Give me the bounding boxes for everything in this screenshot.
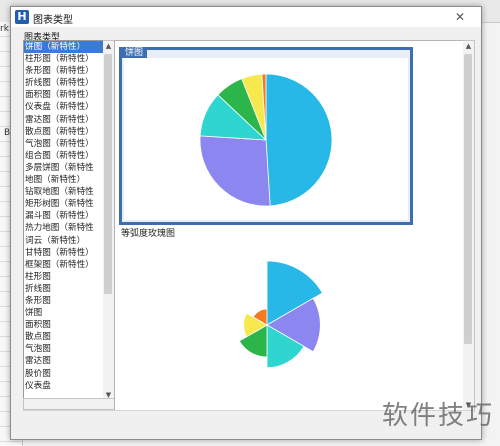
chart-type-item[interactable]: 折线图（新特性） <box>24 77 104 89</box>
chart-type-list-hscrollbar[interactable] <box>23 398 116 410</box>
chart-preview-gallery: 饼图 等弧度玫瑰图 <box>114 40 465 412</box>
chart-type-item[interactable]: 框架图（新特性） <box>24 259 104 271</box>
chart-type-item[interactable]: 组合图（新特性） <box>24 150 104 162</box>
chart-card-preview <box>124 58 408 220</box>
chart-type-item[interactable]: 散点图（新特性） <box>24 126 104 138</box>
app-logo-icon: H <box>15 10 29 24</box>
chart-type-item[interactable]: 柱形图（新特性） <box>24 53 104 65</box>
chart-type-item[interactable]: 面积图（新特性） <box>24 89 104 101</box>
chart-type-item[interactable]: 气泡图（新特性） <box>24 138 104 150</box>
chart-card-rose[interactable]: 等弧度玫瑰图 <box>119 227 409 387</box>
chart-type-item[interactable]: 条形图 <box>24 295 104 307</box>
chart-type-item[interactable]: 热力地图（新特性 <box>24 222 104 234</box>
chart-type-item[interactable]: 甘特图（新特性） <box>24 247 104 259</box>
chart-type-item[interactable]: 条形图（新特性） <box>24 65 104 77</box>
chart-card-pie[interactable]: 饼图 <box>119 47 413 225</box>
pie-slice <box>199 135 271 207</box>
chart-type-item[interactable]: 多层饼图（新特性 <box>24 162 104 174</box>
scroll-thumb[interactable] <box>464 54 472 344</box>
chart-type-dialog: H 图表类型 ✕ 图表类型 饼图（新特性） 柱形图（新特性） 条形图（新特性） 折线图… <box>10 6 482 440</box>
chart-type-item[interactable]: 气泡图 <box>24 343 104 355</box>
chart-type-item[interactable]: 散点图 <box>24 331 104 343</box>
dialog-titlebar[interactable]: H 图表类型 ✕ <box>11 7 481 27</box>
chart-type-item[interactable]: 折线图 <box>24 283 104 295</box>
chart-type-item[interactable]: 雷达图 <box>24 355 104 367</box>
scroll-up-icon[interactable]: ▲ <box>463 41 474 52</box>
chart-type-item[interactable]: 仪表盘（新特性） <box>24 101 104 113</box>
chart-card-title: 饼图 <box>121 48 148 58</box>
chart-type-item[interactable]: 股价图 <box>24 368 104 380</box>
chart-type-item[interactable]: 柱形图 <box>24 271 104 283</box>
chart-type-item[interactable]: 雷达图（新特性） <box>24 114 104 126</box>
chart-type-item[interactable]: 仪表盘 <box>24 380 104 392</box>
watermark-text: 软件技巧 <box>381 401 494 431</box>
close-button[interactable]: ✕ <box>445 9 475 25</box>
chart-type-item[interactable]: 饼图 <box>24 307 104 319</box>
chart-type-list[interactable]: 饼图（新特性） 柱形图（新特性） 条形图（新特性） 折线图（新特性） 面积图（新特性）仪… <box>23 40 105 402</box>
rose-chart-preview <box>238 260 323 369</box>
dialog-title: 图表类型 <box>33 15 73 26</box>
chart-type-item[interactable]: 面积图 <box>24 319 104 331</box>
gallery-scrollbar[interactable]: ▲ ▼ <box>463 40 475 412</box>
scroll-thumb[interactable] <box>104 54 112 294</box>
chart-type-item[interactable]: 饼图（新特性） <box>24 41 104 54</box>
chart-type-item[interactable]: 矩形树图（新特性 <box>24 198 104 210</box>
pie-slice <box>265 73 333 207</box>
chart-type-item[interactable]: 地图（新特性） <box>24 174 104 186</box>
chart-type-item[interactable]: 漏斗图（新特性） <box>24 210 104 222</box>
pie-chart-preview <box>199 73 333 207</box>
chart-type-item[interactable]: 词云（新特性） <box>24 235 104 247</box>
background-text-fragment: rk <box>0 24 9 34</box>
chart-type-item[interactable]: 钻取地图（新特性 <box>24 186 104 198</box>
chart-card-preview <box>119 237 409 387</box>
scroll-up-icon[interactable]: ▲ <box>103 41 114 52</box>
